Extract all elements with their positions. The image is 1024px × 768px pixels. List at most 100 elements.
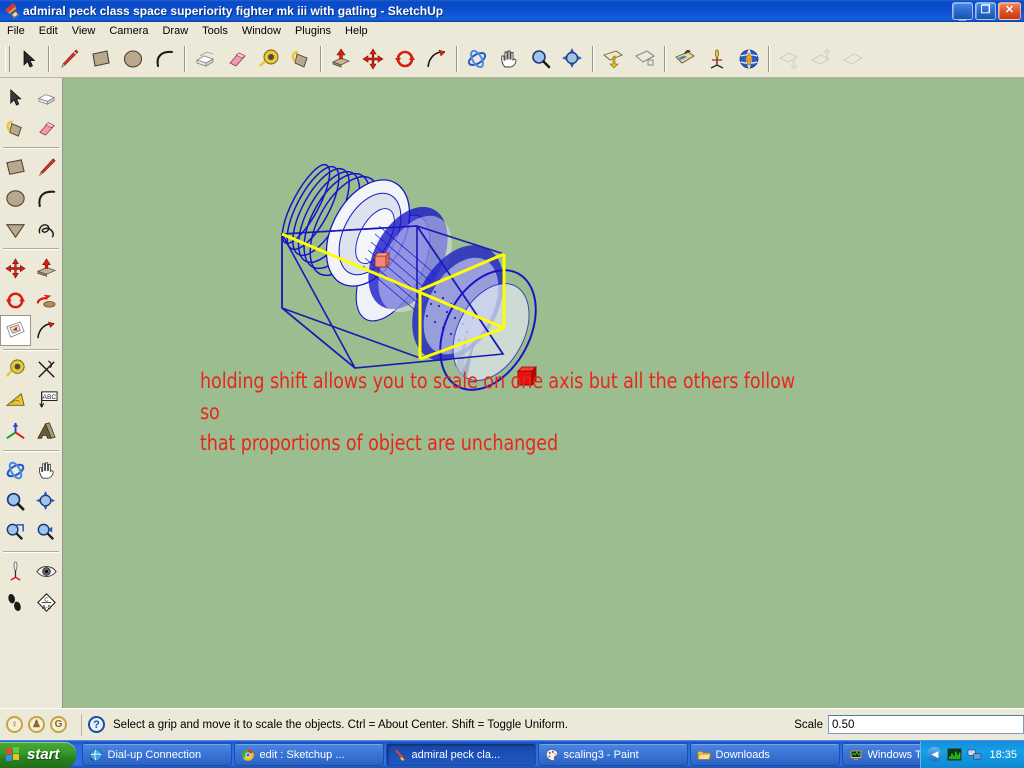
geo-location-icon[interactable]: ♀ (6, 716, 23, 733)
move-tool-button[interactable] (358, 44, 388, 74)
display-section-cuts-button[interactable] (630, 44, 660, 74)
palette-arc-tool[interactable] (31, 183, 62, 214)
scale-grip-anchor[interactable] (374, 252, 390, 268)
taskbar-item-task-manager[interactable]: Windows Task M... (841, 743, 921, 766)
push-pull-icon (332, 47, 350, 68)
menu-item-plugins[interactable]: Plugins (288, 23, 338, 39)
minimize-button[interactable]: _ (952, 2, 973, 21)
menu-item-view[interactable]: View (65, 23, 103, 39)
palette-zoom-tool[interactable] (0, 486, 31, 517)
paint-bucket-icon (291, 50, 308, 68)
line-tool-button[interactable] (54, 44, 84, 74)
menu-item-draw[interactable]: Draw (155, 23, 195, 39)
palette-tape-measure-tool[interactable] (0, 354, 31, 385)
task-manager-tray-icon[interactable] (947, 747, 962, 762)
question-mark-icon[interactable]: ? (88, 716, 105, 733)
palette-circle-tool[interactable] (0, 183, 31, 214)
windows-taskbar: start Dial-up Connection edit: Sketchup… (0, 740, 1024, 768)
window-title: admiral peck class space superiority fig… (23, 4, 444, 18)
share-component-tool-button[interactable] (806, 44, 836, 74)
eye-icon (36, 565, 57, 578)
palette-move-tool[interactable] (0, 253, 31, 284)
menu-item-help[interactable]: Help (338, 23, 375, 39)
palette-zoom-window-tool[interactable] (0, 517, 31, 548)
get-component-tool-button[interactable] (774, 44, 804, 74)
taskbar-item-dialup[interactable]: Dial-up Connection (81, 743, 232, 766)
palette-pan-tool[interactable] (31, 455, 62, 486)
circle-tool-button[interactable] (118, 44, 148, 74)
make-component-tool-button[interactable] (190, 44, 220, 74)
taskbar-item-label: scaling3 - Paint (563, 748, 639, 761)
taskbar-item-sketchup[interactable]: admiral peck cla... (385, 743, 536, 766)
palette-make-component-tool[interactable] (31, 82, 62, 113)
task-manager-icon (849, 749, 862, 760)
palette-section-plane-tool[interactable]: C A-5 (31, 587, 62, 618)
palette-follow-me-tool[interactable] (31, 315, 62, 346)
taskbar-item-chrome[interactable]: edit : Sketchup ... (233, 743, 384, 766)
palette-orbit-tool[interactable] (0, 455, 31, 486)
position-camera-tool-button[interactable] (702, 44, 732, 74)
close-button[interactable]: ✕ (998, 2, 1021, 20)
axes-icon (6, 422, 25, 440)
menu-item-tools[interactable]: Tools (195, 23, 235, 39)
pan-tool-button[interactable] (494, 44, 524, 74)
photo-match-tool-button[interactable] (670, 44, 700, 74)
palette-position-camera-tool[interactable] (0, 556, 31, 587)
palette-line-tool[interactable] (31, 152, 62, 183)
tape-measure-icon (259, 49, 279, 67)
taskbar-item-paint[interactable]: scaling3 - Paint (537, 743, 688, 766)
zoom-extents-tool-button[interactable] (558, 44, 588, 74)
palette-polygon-tool[interactable] (0, 214, 31, 245)
geo-person-icon[interactable]: ♟ (28, 716, 45, 733)
palette-freehand-tool[interactable] (31, 214, 62, 245)
paint-bucket-tool-button[interactable] (286, 44, 316, 74)
taskbar-item-downloads[interactable]: Downloads (689, 743, 840, 766)
eraser-tool-button[interactable] (222, 44, 252, 74)
palette-offset-tool[interactable] (0, 315, 31, 346)
menu-item-edit[interactable]: Edit (32, 23, 65, 39)
menu-item-file[interactable]: File (0, 23, 32, 39)
network-tray-icon[interactable] (967, 747, 982, 762)
palette-rotate-tool[interactable] (0, 284, 31, 315)
palette-look-around-tool[interactable] (31, 556, 62, 587)
section-plane-tool-button[interactable] (598, 44, 628, 74)
palette-push-pull-tool[interactable] (31, 253, 62, 284)
palette-three-d-text-tool[interactable] (31, 416, 62, 447)
get-models-warehouse-button[interactable] (734, 44, 764, 74)
menu-item-window[interactable]: Window (235, 23, 288, 39)
palette-scale-tool[interactable] (31, 284, 62, 315)
palette-paint-bucket-tool[interactable] (0, 113, 31, 144)
google-credits-icon[interactable]: G (50, 716, 67, 733)
status-message: Select a grip and move it to scale the o… (113, 718, 568, 731)
palette-text-tool[interactable]: ABC (31, 385, 62, 416)
follow-me-tool-button[interactable] (422, 44, 452, 74)
palette-walk-tool[interactable] (0, 587, 31, 618)
orbit-tool-button[interactable] (462, 44, 492, 74)
menu-item-camera[interactable]: Camera (102, 23, 155, 39)
rectangle-tool-button[interactable] (86, 44, 116, 74)
select-tool-button[interactable] (14, 44, 44, 74)
palette-zoom-extents-tool[interactable] (31, 486, 62, 517)
palette-rectangle-tool[interactable] (0, 152, 31, 183)
palette-eraser-tool[interactable] (31, 113, 62, 144)
maximize-button[interactable]: ❐ (975, 2, 996, 20)
zoom-tool-button[interactable] (526, 44, 556, 74)
scale-value-input[interactable] (828, 715, 1024, 734)
section-sign-icon: C A-5 (37, 593, 56, 612)
tape-measure-tool-button[interactable] (254, 44, 284, 74)
palette-previous-view-tool[interactable] (31, 517, 62, 548)
show-hidden-icons-button[interactable]: ◀ (927, 747, 943, 762)
toolbar-separator (320, 45, 322, 72)
toolbar-grip[interactable] (5, 45, 10, 72)
palette-select-tool[interactable] (0, 82, 31, 113)
modeling-canvas[interactable]: holding shift allows you to scale on one… (63, 78, 1024, 708)
palette-axes-tool[interactable] (0, 416, 31, 447)
share-model-tool-button[interactable] (838, 44, 868, 74)
arc-tool-button[interactable] (150, 44, 180, 74)
palette-dimension-tool[interactable] (31, 354, 62, 385)
scale-icon (36, 294, 56, 308)
push-pull-tool-button[interactable] (326, 44, 356, 74)
rotate-tool-button[interactable] (390, 44, 420, 74)
palette-protractor-tool[interactable] (0, 385, 31, 416)
start-button[interactable]: start (0, 741, 76, 768)
